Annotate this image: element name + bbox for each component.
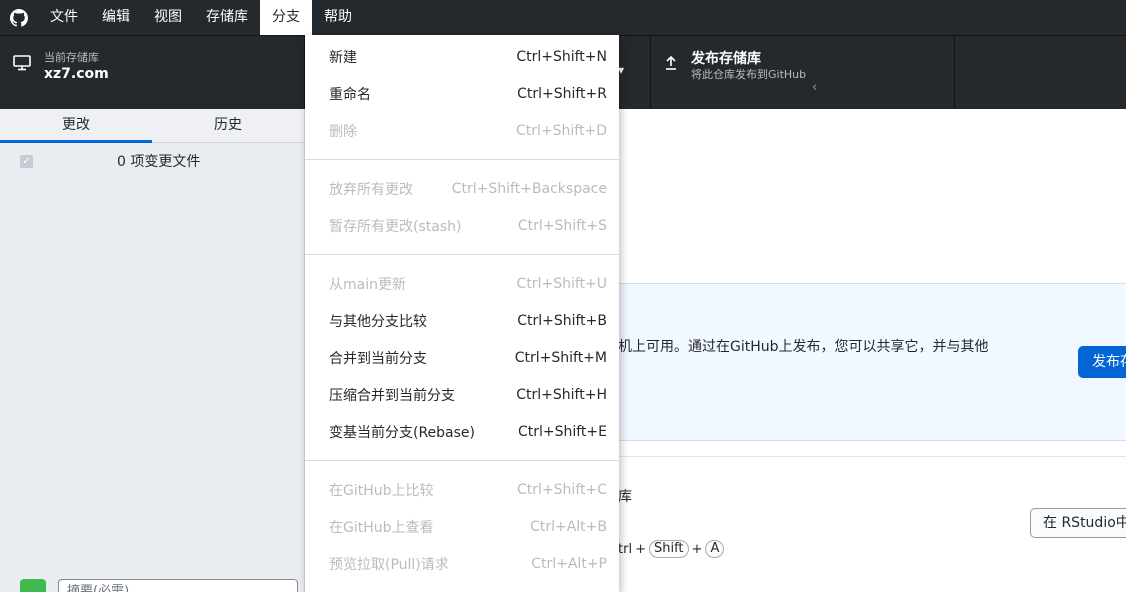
menu-repository[interactable]: 存储库	[194, 0, 260, 35]
menu-item-shortcut: Ctrl+Shift+U	[516, 275, 607, 292]
shortcut-key-shift: Shift	[648, 540, 689, 558]
menu-item-label: 与其他分支比较	[329, 313, 427, 330]
upload-icon	[651, 50, 691, 70]
menu-item-label: 删除	[329, 123, 357, 140]
sidebar-tabs: 更改 历史	[0, 109, 304, 143]
publish-title: 发布存储库	[691, 51, 761, 67]
changes-count: 0 项变更文件	[117, 154, 201, 170]
menu-item-shortcut: Ctrl+Alt+P	[531, 555, 607, 572]
menu-item-label: 压缩合并到当前分支	[329, 387, 455, 404]
branch-menu-dropdown: 新建 Ctrl+Shift+N 重命名 Ctrl+Shift+R 删除 Ctrl+Shif…	[305, 35, 619, 592]
menu-item-shortcut: Ctrl+Shift+E	[517, 423, 607, 440]
menubar: 文件 编辑 视图 存储库 分支 帮助	[0, 0, 1126, 35]
shortcut-plus: +	[635, 541, 646, 557]
menu-item-shortcut: Ctrl+Shift+N	[516, 48, 607, 65]
shortcut-key-a: A	[705, 540, 725, 558]
menu-item-label: 放弃所有更改	[329, 181, 413, 198]
publish-subtitle: 将此仓库发布到GitHub	[691, 68, 807, 81]
branch-menu-item[interactable]: 新建 Ctrl+Shift+N	[305, 38, 619, 75]
branch-menu-item[interactable]: 合并到当前分支 Ctrl+Shift+M	[305, 339, 619, 376]
tab-history[interactable]: 历史	[152, 109, 304, 142]
menu-file[interactable]: 文件	[38, 0, 90, 35]
branch-menu-item[interactable]: 与其他分支比较 Ctrl+Shift+B	[305, 302, 619, 339]
menu-separator	[305, 460, 619, 461]
menu-item-label: 变基当前分支(Rebase)	[329, 424, 476, 441]
divider	[618, 456, 1126, 457]
menu-edit[interactable]: 编辑	[90, 0, 142, 35]
menu-item-shortcut: Ctrl+Shift+H	[516, 386, 607, 403]
monitor-icon	[0, 51, 44, 71]
menu-view[interactable]: 视图	[142, 0, 194, 35]
menu-item-shortcut: Ctrl+Shift+C	[517, 481, 607, 498]
branch-menu-item: 在GitHub上比较 Ctrl+Shift+C	[305, 471, 619, 508]
tab-changes[interactable]: 更改	[0, 109, 152, 143]
open-shortcut-hint: trl + Shift + A	[618, 540, 725, 558]
shortcut-prefix: trl	[618, 541, 633, 557]
branch-menu-item: 预览拉取(Pull)请求 Ctrl+Alt+P	[305, 545, 619, 582]
branch-menu-item: 暂存所有更改(stash) Ctrl+Shift+S	[305, 207, 619, 244]
menu-item-label: 从main更新	[329, 276, 406, 293]
changes-header: ✓ 0 项变更文件	[0, 143, 304, 179]
menu-item-label: 合并到当前分支	[329, 350, 427, 367]
open-in-editor-button[interactable]: 在 RStudio中打开	[1030, 508, 1126, 538]
menu-item-shortcut: Ctrl+Shift+B	[517, 312, 607, 329]
menu-item-label: 重命名	[329, 86, 371, 103]
avatar	[20, 579, 46, 592]
branch-menu-item[interactable]: 重命名 Ctrl+Shift+R	[305, 75, 619, 112]
shortcut-plus: +	[691, 541, 703, 557]
open-in-editor-title: 库	[618, 489, 632, 505]
menu-item-shortcut: Ctrl+Alt+B	[530, 518, 607, 535]
menu-item-shortcut: Ctrl+Shift+Backspace	[451, 180, 607, 197]
github-logo-icon	[0, 0, 38, 35]
branch-menu-item[interactable]: 变基当前分支(Rebase) Ctrl+Shift+E	[305, 413, 619, 450]
branch-menu-item: 在GitHub上查看 Ctrl+Alt+B	[305, 508, 619, 545]
menu-item-label: 预览拉取(Pull)请求	[329, 556, 449, 573]
menu-item-shortcut: Ctrl+Shift+D	[516, 122, 607, 139]
publish-repository-main-button[interactable]: 发布存储库	[1078, 346, 1126, 378]
menu-item-label: 在GitHub上查看	[329, 519, 434, 536]
branch-menu-item[interactable]: 压缩合并到当前分支 Ctrl+Shift+H	[305, 376, 619, 413]
branch-menu-item: 放弃所有更改 Ctrl+Shift+Backspace	[305, 170, 619, 207]
select-all-checkbox[interactable]: ✓	[20, 154, 33, 168]
menu-item-label: 新建	[329, 49, 357, 66]
commit-area: 摘要(必需)	[0, 573, 305, 592]
current-repo-label: 当前存储库	[44, 51, 99, 64]
branch-menu-item: 从main更新 Ctrl+Shift+U	[305, 265, 619, 302]
current-repo-name: xz7.com	[44, 66, 109, 82]
branch-menu-item: 删除 Ctrl+Shift+D	[305, 112, 619, 149]
menu-item-shortcut: Ctrl+Shift+M	[514, 349, 607, 366]
publish-suggestion-text: 机上可用。通过在GitHub上发布，您可以共享它，并与其他	[618, 339, 989, 355]
sidebar: 更改 历史 ✓ 0 项变更文件 摘要(必需)	[0, 109, 305, 592]
publish-repository-button[interactable]: 发布存储库 将此仓库发布到GitHub	[650, 36, 955, 110]
menu-item-shortcut: Ctrl+Shift+S	[517, 217, 607, 234]
current-repository-button[interactable]: 当前存储库 xz7.com	[0, 36, 305, 110]
menu-item-label: 在GitHub上比较	[329, 482, 434, 499]
chevron-left-icon: ‹	[812, 80, 818, 95]
menu-branch[interactable]: 分支	[260, 0, 312, 35]
menu-help[interactable]: 帮助	[312, 0, 364, 35]
menu-separator	[305, 254, 619, 255]
summary-input[interactable]: 摘要(必需)	[58, 579, 298, 592]
menu-item-label: 暂存所有更改(stash)	[329, 218, 462, 235]
menu-item-shortcut: Ctrl+Shift+R	[517, 85, 607, 102]
menu-separator	[305, 159, 619, 160]
